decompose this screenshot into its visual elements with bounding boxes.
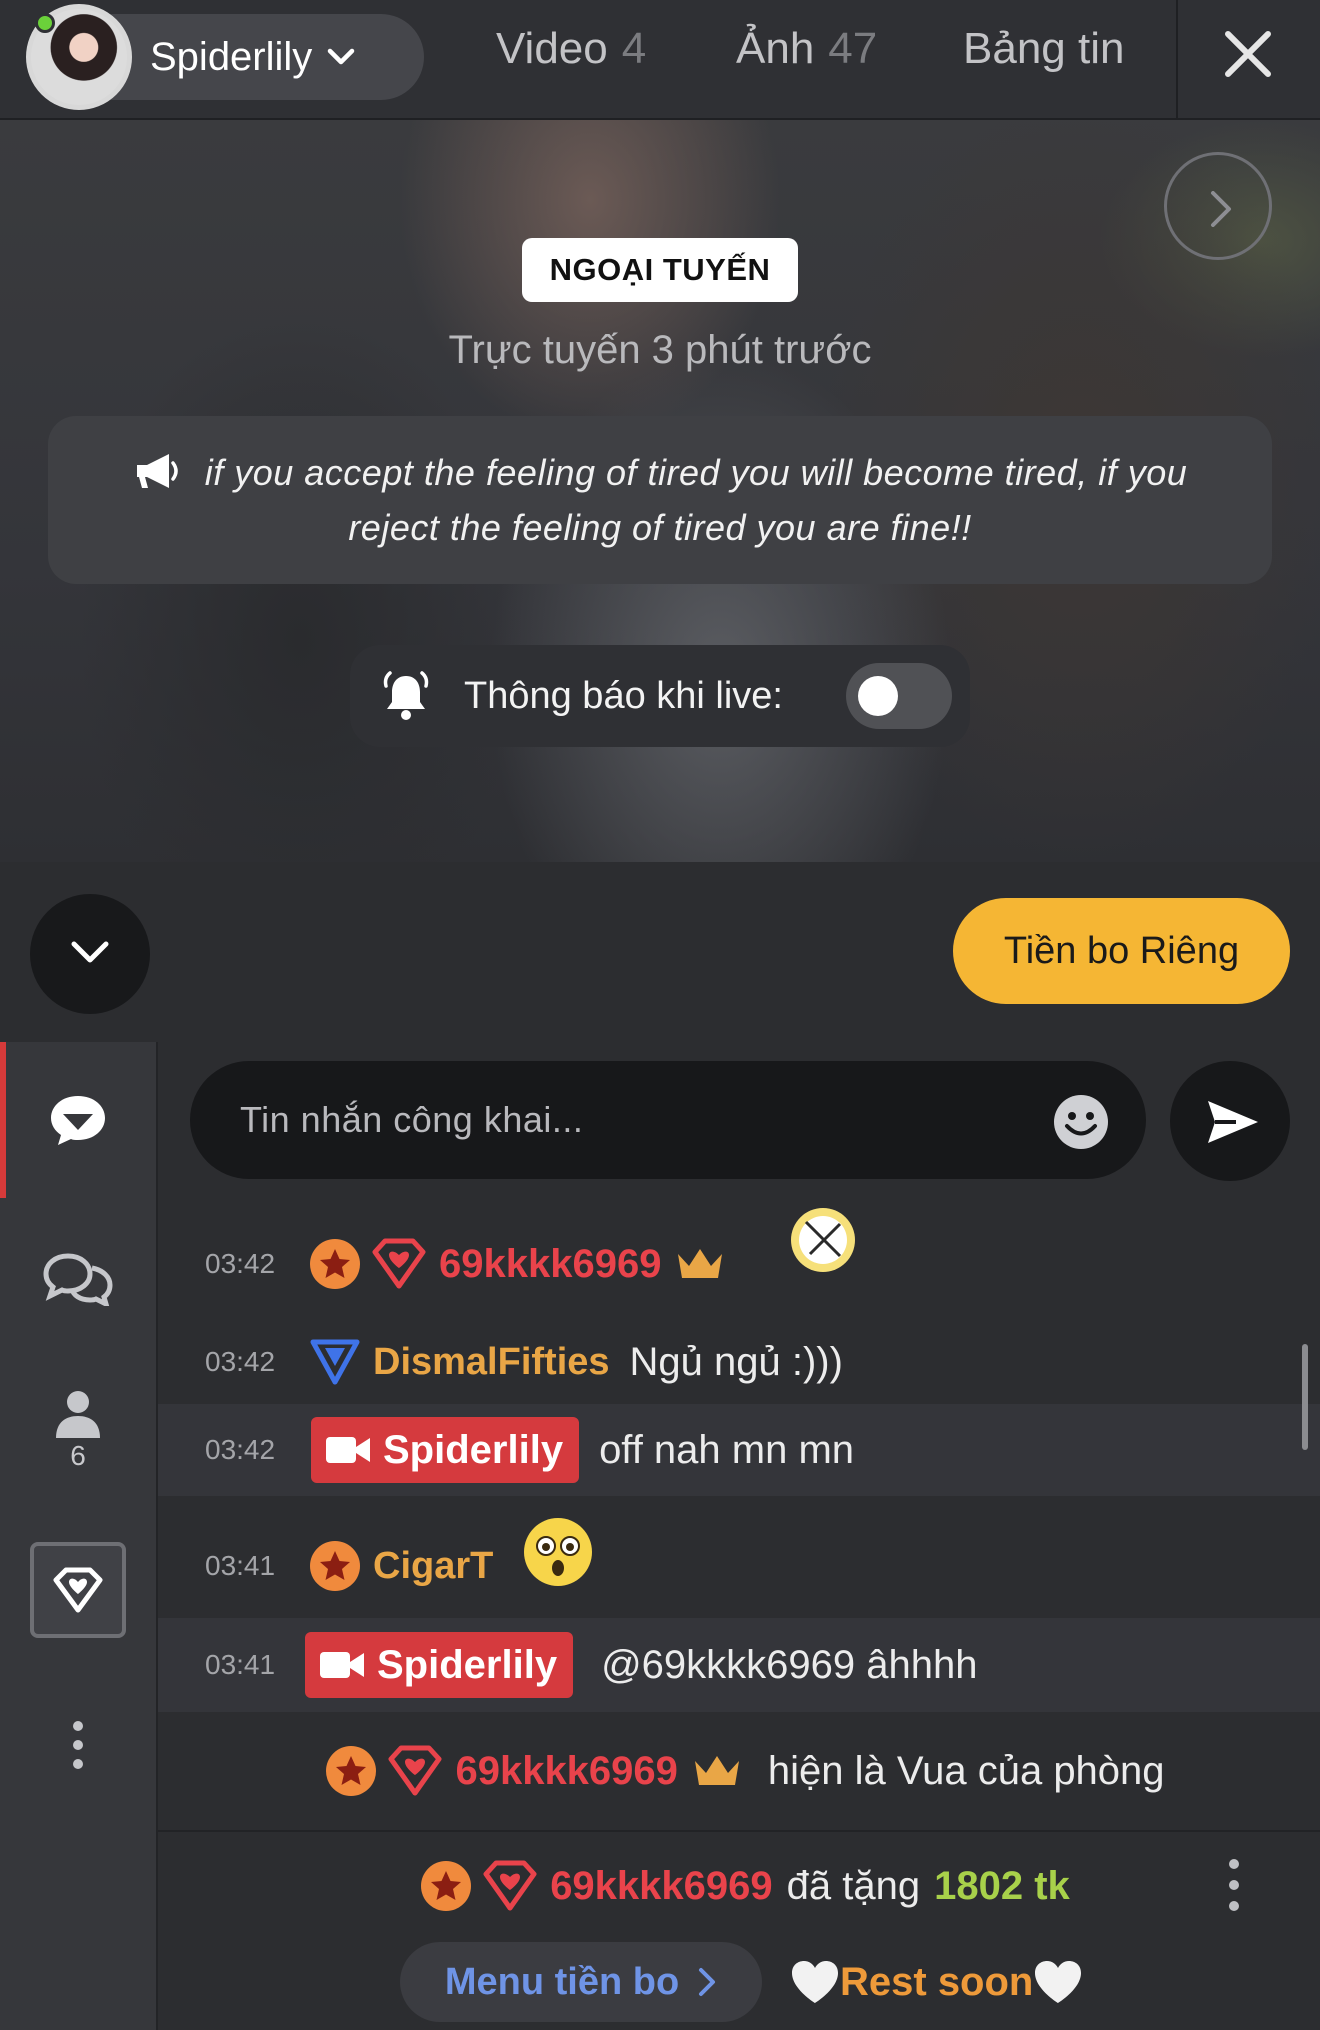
tab-label: Video [496,24,608,73]
user-icon [56,1391,100,1438]
sidebar-item-tips[interactable] [30,1542,126,1638]
avatar [26,4,132,110]
star-badge-icon [310,1541,360,1591]
message-time: 03:42 [205,1434,276,1465]
chat-message: 03:41 CigarT [158,1496,1320,1618]
room-topic: if you accept the feeling of tired you w… [48,416,1272,584]
camera-icon [326,1437,370,1463]
rest-soon-message: Rest soon [790,1946,1083,2018]
profile-name: Spiderlily [150,34,313,79]
send-button[interactable] [1170,1061,1290,1181]
username[interactable]: 69kkkk6969 [550,1864,772,1909]
tab-count: 4 [621,24,647,73]
star-badge-icon [310,1239,360,1289]
profile-switcher[interactable]: Spiderlily [26,4,424,110]
diamond-badge-icon [483,1860,537,1911]
users-count: 6 [70,1440,86,1471]
diamond-gift-icon [53,1567,103,1613]
chevron-right-icon [699,1968,716,1996]
tab-feed[interactable]: Bảng tin [963,24,1124,74]
king-notice-text: hiện là Vua của phòng [767,1748,1165,1793]
message-text: off nah mn mn [599,1427,855,1472]
top-bar: Spiderlily Video 4 Ảnh 47 Bảng tin [0,0,1320,120]
more-vertical-icon[interactable] [1226,1858,1242,1912]
bell-icon [383,671,429,720]
chevron-right-icon [1211,191,1231,227]
last-online-text: Trực tuyến 3 phút trước [448,328,872,372]
chat-message: 03:42 DismalFifties Ngủ ngủ :))) [158,1320,1320,1404]
sidebar-item-users[interactable]: 6 [0,1388,156,1472]
username: Spiderlily [377,1642,558,1687]
sidebar-item-public-chat[interactable] [0,1092,156,1148]
action-row: Tiền bo Riêng [0,862,1320,1042]
username[interactable]: 69kkkk6969 [439,1242,661,1287]
chat-message: 03:42 69kkkk6969 [158,1208,1320,1320]
public-message-field[interactable] [190,1061,1146,1179]
chat-message: 03:42 Spiderlily off nah mn mn [158,1404,1320,1496]
tip-menu-label: Menu tiền bo [444,1960,680,2003]
sleepy-sticker-icon [791,1208,855,1272]
chat-sidebar: 6 [0,1042,158,2030]
tip-menu-button[interactable]: Menu tiền bo [400,1942,762,2022]
chat-bubble-icon [51,1096,105,1145]
diamond-badge-icon [372,1238,426,1289]
tab-label: Bảng tin [963,24,1125,73]
tip-amount: 1802 tk [934,1863,1070,1908]
message-time: 03:42 [205,1346,276,1377]
tab-video[interactable]: Video 4 [496,24,646,74]
next-stream-button[interactable] [1164,152,1272,260]
chat-scrollbar[interactable] [1302,1344,1308,1450]
sidebar-more[interactable] [0,1720,156,1770]
username[interactable]: DismalFifties [373,1341,610,1384]
sidebar-item-private-chats[interactable] [0,1252,156,1306]
camera-icon [320,1652,364,1678]
crown-icon [694,1756,739,1785]
username: Spiderlily [383,1427,564,1472]
star-badge-icon [421,1861,472,1911]
live-notification-setting: Thông báo khi live: [350,645,970,747]
close-icon[interactable] [1222,28,1274,80]
online-status-dot [35,13,55,33]
room-king-notice: 69kkkk6969 hiện là Vua của phòng [158,1712,1320,1830]
message-input[interactable] [240,1061,1000,1179]
room-topic-text: if you accept the feeling of tired you w… [204,452,1188,548]
message-time: 03:41 [205,1550,276,1581]
chevron-down-icon [328,48,355,65]
divider [1176,0,1178,120]
surprised-sticker-icon [524,1518,592,1586]
toggle-knob [858,676,898,716]
notify-label: Thông báo khi live: [464,674,783,717]
emoji-icon[interactable] [1052,1093,1110,1151]
rest-soon-text: Rest soon [840,1959,1034,2004]
send-icon [1208,1101,1258,1143]
message-time: 03:42 [205,1248,276,1279]
chevron-down-icon [71,941,109,963]
heart-icon [1035,1961,1082,2003]
heart-icon [792,1961,838,2003]
triangle-badge-icon [310,1339,360,1385]
offline-stream-panel: NGOẠI TUYẾN Trực tuyến 3 phút trước if y… [0,120,1320,862]
username[interactable]: CigarT [373,1545,493,1588]
tab-photos[interactable]: Ảnh 47 [736,24,877,74]
username[interactable]: 69kkkk6969 [455,1749,677,1794]
chats-icon [43,1253,113,1306]
tip-verb: đã tặng [786,1863,921,1908]
tab-count: 47 [828,24,878,73]
message-text: @69kkkk6969 âhhhh [601,1642,978,1687]
host-tag[interactable]: Spiderlily [305,1632,574,1698]
host-tag[interactable]: Spiderlily [311,1417,580,1483]
star-badge-icon [326,1746,377,1796]
message-text: Ngủ ngủ :))) [629,1339,843,1384]
diamond-badge-icon [388,1745,442,1796]
message-time: 03:41 [205,1649,276,1680]
collapse-button[interactable] [30,894,150,1014]
crown-icon [678,1249,723,1278]
status-badge: NGOẠI TUYẾN [522,238,798,302]
private-tip-button[interactable]: Tiền bo Riêng [953,898,1290,1004]
tab-label: Ảnh [736,24,815,73]
chat-message: 03:41 Spiderlily @69kkkk6969 âhhhh [158,1618,1320,1712]
megaphone-icon [136,454,178,488]
more-vertical-icon [73,1721,83,1769]
notify-toggle[interactable] [846,663,952,729]
